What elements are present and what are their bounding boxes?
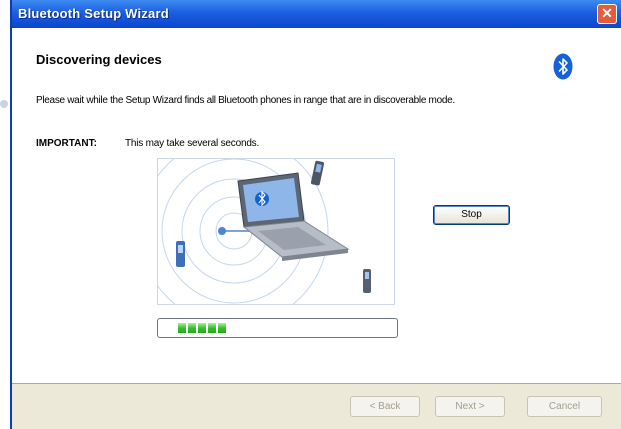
phone-icon bbox=[363, 269, 371, 293]
stop-button[interactable]: Stop bbox=[433, 205, 510, 225]
close-icon: ✕ bbox=[601, 5, 613, 21]
discovery-illustration bbox=[158, 159, 371, 304]
wizard-header: Discovering devices bbox=[12, 28, 621, 83]
phone-icon bbox=[310, 160, 325, 186]
back-button[interactable]: < Back bbox=[350, 396, 420, 417]
description-text: Please wait while the Setup Wizard finds… bbox=[36, 95, 455, 106]
bluetooth-icon bbox=[553, 53, 573, 80]
important-text: This may take several seconds. bbox=[125, 138, 260, 149]
important-label: IMPORTANT: bbox=[36, 138, 97, 149]
progress-segment bbox=[178, 323, 186, 333]
progress-fill bbox=[158, 319, 397, 337]
wizard-window: Bluetooth Setup Wizard ✕ Discovering dev… bbox=[10, 0, 621, 429]
footer-divider bbox=[12, 383, 621, 384]
progress-segment bbox=[188, 323, 196, 333]
progress-segment bbox=[218, 323, 226, 333]
close-button[interactable]: ✕ bbox=[597, 4, 617, 24]
discovery-animation bbox=[157, 158, 395, 305]
signal-source bbox=[218, 227, 226, 235]
laptop-icon bbox=[237, 172, 350, 261]
progress-segment bbox=[208, 323, 216, 333]
phone-icon bbox=[176, 241, 185, 267]
title-bar[interactable]: Bluetooth Setup Wizard ✕ bbox=[12, 0, 621, 28]
wizard-content: Please wait while the Setup Wizard finds… bbox=[12, 83, 621, 383]
progress-segment bbox=[198, 323, 206, 333]
decorative-dot bbox=[0, 100, 8, 108]
window-title: Bluetooth Setup Wizard bbox=[18, 6, 169, 21]
page-title: Discovering devices bbox=[36, 52, 162, 67]
progress-bar bbox=[157, 318, 398, 338]
cancel-button[interactable]: Cancel bbox=[527, 396, 602, 417]
next-button[interactable]: Next > bbox=[435, 396, 505, 417]
